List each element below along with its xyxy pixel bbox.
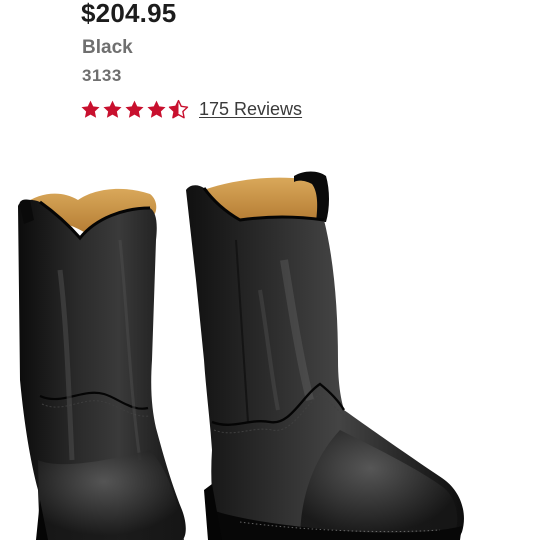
product-rating: 175 Reviews <box>80 96 302 122</box>
star-full-icon <box>125 100 144 118</box>
product-color: Black <box>82 37 133 58</box>
star-full-icon <box>147 100 166 118</box>
star-full-icon <box>81 100 100 118</box>
right-boot <box>186 171 464 540</box>
product-sku: 3133 <box>82 66 122 85</box>
product-detail-page: $204.95 Black 3133 175 Reviews <box>0 0 540 540</box>
boots-product-image[interactable] <box>0 160 540 540</box>
left-boot <box>18 188 186 540</box>
star-rating <box>80 99 189 120</box>
product-price: $204.95 <box>81 0 177 28</box>
star-half-icon <box>168 99 189 118</box>
reviews-link[interactable]: 175 Reviews <box>199 99 302 120</box>
star-full-icon <box>103 100 122 118</box>
